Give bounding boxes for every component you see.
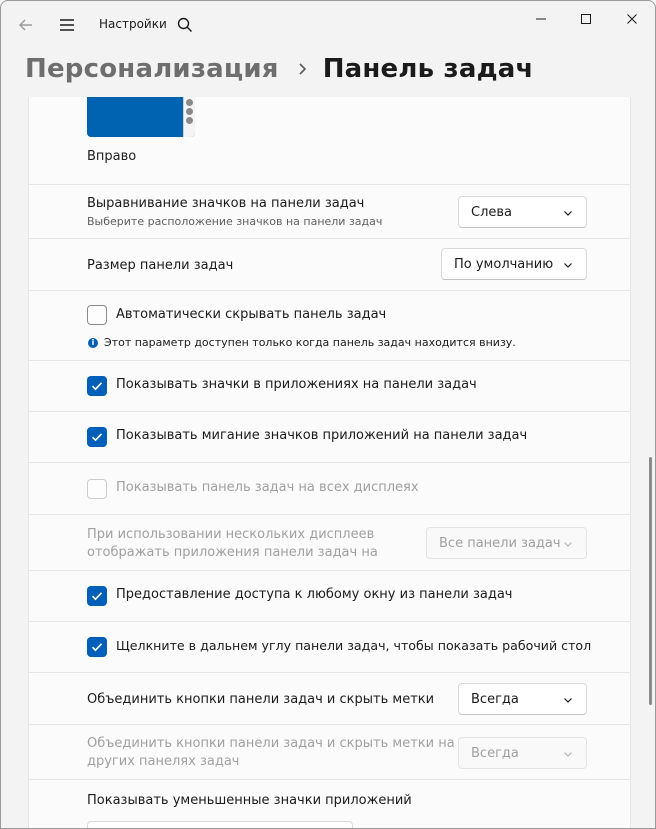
size-value: По умолчанию bbox=[454, 256, 554, 272]
breadcrumb-parent[interactable]: Персонализация bbox=[25, 54, 279, 84]
multi-display-label-line1: При использовании нескольких дисплеев bbox=[87, 527, 375, 542]
setting-row-combine-other: Объединить кнопки панели задач и скрыть … bbox=[29, 724, 630, 779]
alignment-sublabel: Выберите расположение значков на панели … bbox=[87, 215, 383, 228]
autohide-info-text: Этот параметр доступен только когда пане… bbox=[104, 336, 516, 349]
setting-row-flashing: Показывать мигание значков приложений на… bbox=[29, 411, 630, 462]
back-arrow-icon[interactable] bbox=[15, 14, 37, 36]
alignment-dropdown[interactable]: Слева bbox=[458, 196, 587, 228]
combine-value: Всегда bbox=[471, 691, 519, 707]
preview-dot bbox=[186, 108, 193, 115]
alignment-label: Выравнивание значков на панели задач bbox=[87, 196, 365, 211]
size-dropdown[interactable]: По умолчанию bbox=[441, 248, 587, 280]
setting-row-share-window: Предоставление доступа к любому окну из … bbox=[29, 570, 630, 621]
multi-display-label-line2: отображать приложения панели задач на bbox=[87, 545, 378, 560]
title-bar: Настройки bbox=[1, 1, 655, 49]
flashing-checkbox[interactable] bbox=[87, 427, 107, 447]
all-displays-checkbox[interactable] bbox=[87, 479, 107, 499]
setting-row-size: Размер панели задач По умолчанию bbox=[29, 238, 630, 290]
chevron-down-icon bbox=[562, 538, 574, 550]
search-icon[interactable] bbox=[175, 15, 195, 35]
combine-label: Объединить кнопки панели задач и скрыть … bbox=[87, 692, 435, 707]
all-displays-label: Показывать панель задач на всех дисплеях bbox=[116, 480, 419, 495]
setting-row-multi-display: При использовании нескольких дисплеев от… bbox=[29, 514, 630, 570]
maximize-button[interactable] bbox=[563, 7, 609, 31]
combine-dropdown[interactable]: Всегда bbox=[458, 683, 587, 715]
badges-checkbox[interactable] bbox=[87, 376, 107, 396]
minimize-button[interactable] bbox=[518, 7, 564, 31]
share-window-checkbox[interactable] bbox=[87, 586, 107, 606]
show-desktop-checkbox[interactable] bbox=[87, 637, 107, 657]
checkmark-icon bbox=[91, 643, 103, 652]
chevron-down-icon bbox=[562, 207, 574, 219]
combine-other-label-line2: других панелях задач bbox=[87, 754, 240, 769]
hamburger-icon[interactable] bbox=[56, 14, 78, 36]
preview-dot bbox=[186, 117, 193, 124]
autohide-checkbox[interactable] bbox=[87, 305, 107, 325]
small-icons-dropdown[interactable] bbox=[87, 821, 353, 828]
taskbar-position-preview bbox=[87, 97, 195, 137]
checkmark-icon bbox=[91, 382, 103, 391]
combine-other-dropdown[interactable]: Всегда bbox=[458, 737, 587, 769]
checkmark-icon bbox=[91, 592, 103, 601]
taskbar-behaviors-panel: Вправо Выравнивание значков на панели за… bbox=[28, 97, 631, 828]
combine-other-value: Всегда bbox=[471, 745, 519, 761]
size-label: Размер панели задач bbox=[87, 258, 234, 273]
flashing-label[interactable]: Показывать мигание значков приложений на… bbox=[116, 428, 527, 443]
setting-row-show-desktop: Щелкните в дальнем углу панели задач, чт… bbox=[29, 621, 630, 672]
setting-row-combine: Объединить кнопки панели задач и скрыть … bbox=[29, 672, 630, 724]
setting-row-all-displays: Показывать панель задач на всех дисплеях bbox=[29, 462, 630, 514]
settings-window: Настройки Персонализация Панель задач Вп… bbox=[0, 0, 656, 829]
setting-row-autohide: Автоматически скрывать панель задач i Эт… bbox=[29, 290, 630, 360]
checkmark-icon bbox=[91, 433, 103, 442]
show-desktop-label[interactable]: Щелкните в дальнем углу панели задач, чт… bbox=[116, 638, 591, 653]
share-window-label[interactable]: Предоставление доступа к любому окну из … bbox=[116, 587, 513, 602]
badges-label[interactable]: Показывать значки в приложениях на панел… bbox=[116, 377, 477, 392]
preview-dot bbox=[186, 99, 193, 106]
breadcrumb: Персонализация Панель задач bbox=[25, 49, 534, 89]
page-title: Панель задач bbox=[322, 54, 534, 84]
small-icons-label: Показывать уменьшенные значки приложений bbox=[87, 793, 412, 808]
scrollbar-thumb[interactable] bbox=[649, 457, 652, 705]
taskbar-preview-strip bbox=[183, 97, 195, 137]
autohide-label[interactable]: Автоматически скрывать панель задач bbox=[116, 307, 386, 322]
alignment-value: Слева bbox=[471, 204, 513, 220]
chevron-down-icon bbox=[562, 259, 574, 271]
multi-display-dropdown[interactable]: Все панели задач bbox=[426, 527, 587, 559]
close-button[interactable] bbox=[609, 7, 655, 31]
chevron-right-icon bbox=[293, 59, 313, 79]
info-icon: i bbox=[88, 338, 98, 348]
chevron-down-icon bbox=[562, 694, 574, 706]
setting-row-alignment: Выравнивание значков на панели задач Выб… bbox=[29, 184, 630, 238]
multi-display-value: Все панели задач bbox=[439, 535, 561, 551]
setting-row-badges: Показывать значки в приложениях на панел… bbox=[29, 360, 630, 411]
chevron-down-icon bbox=[562, 748, 574, 760]
taskbar-position-caption: Вправо bbox=[87, 149, 137, 164]
combine-other-label-line1: Объединить кнопки панели задач и скрыть … bbox=[87, 736, 455, 751]
app-title: Настройки bbox=[99, 17, 167, 31]
